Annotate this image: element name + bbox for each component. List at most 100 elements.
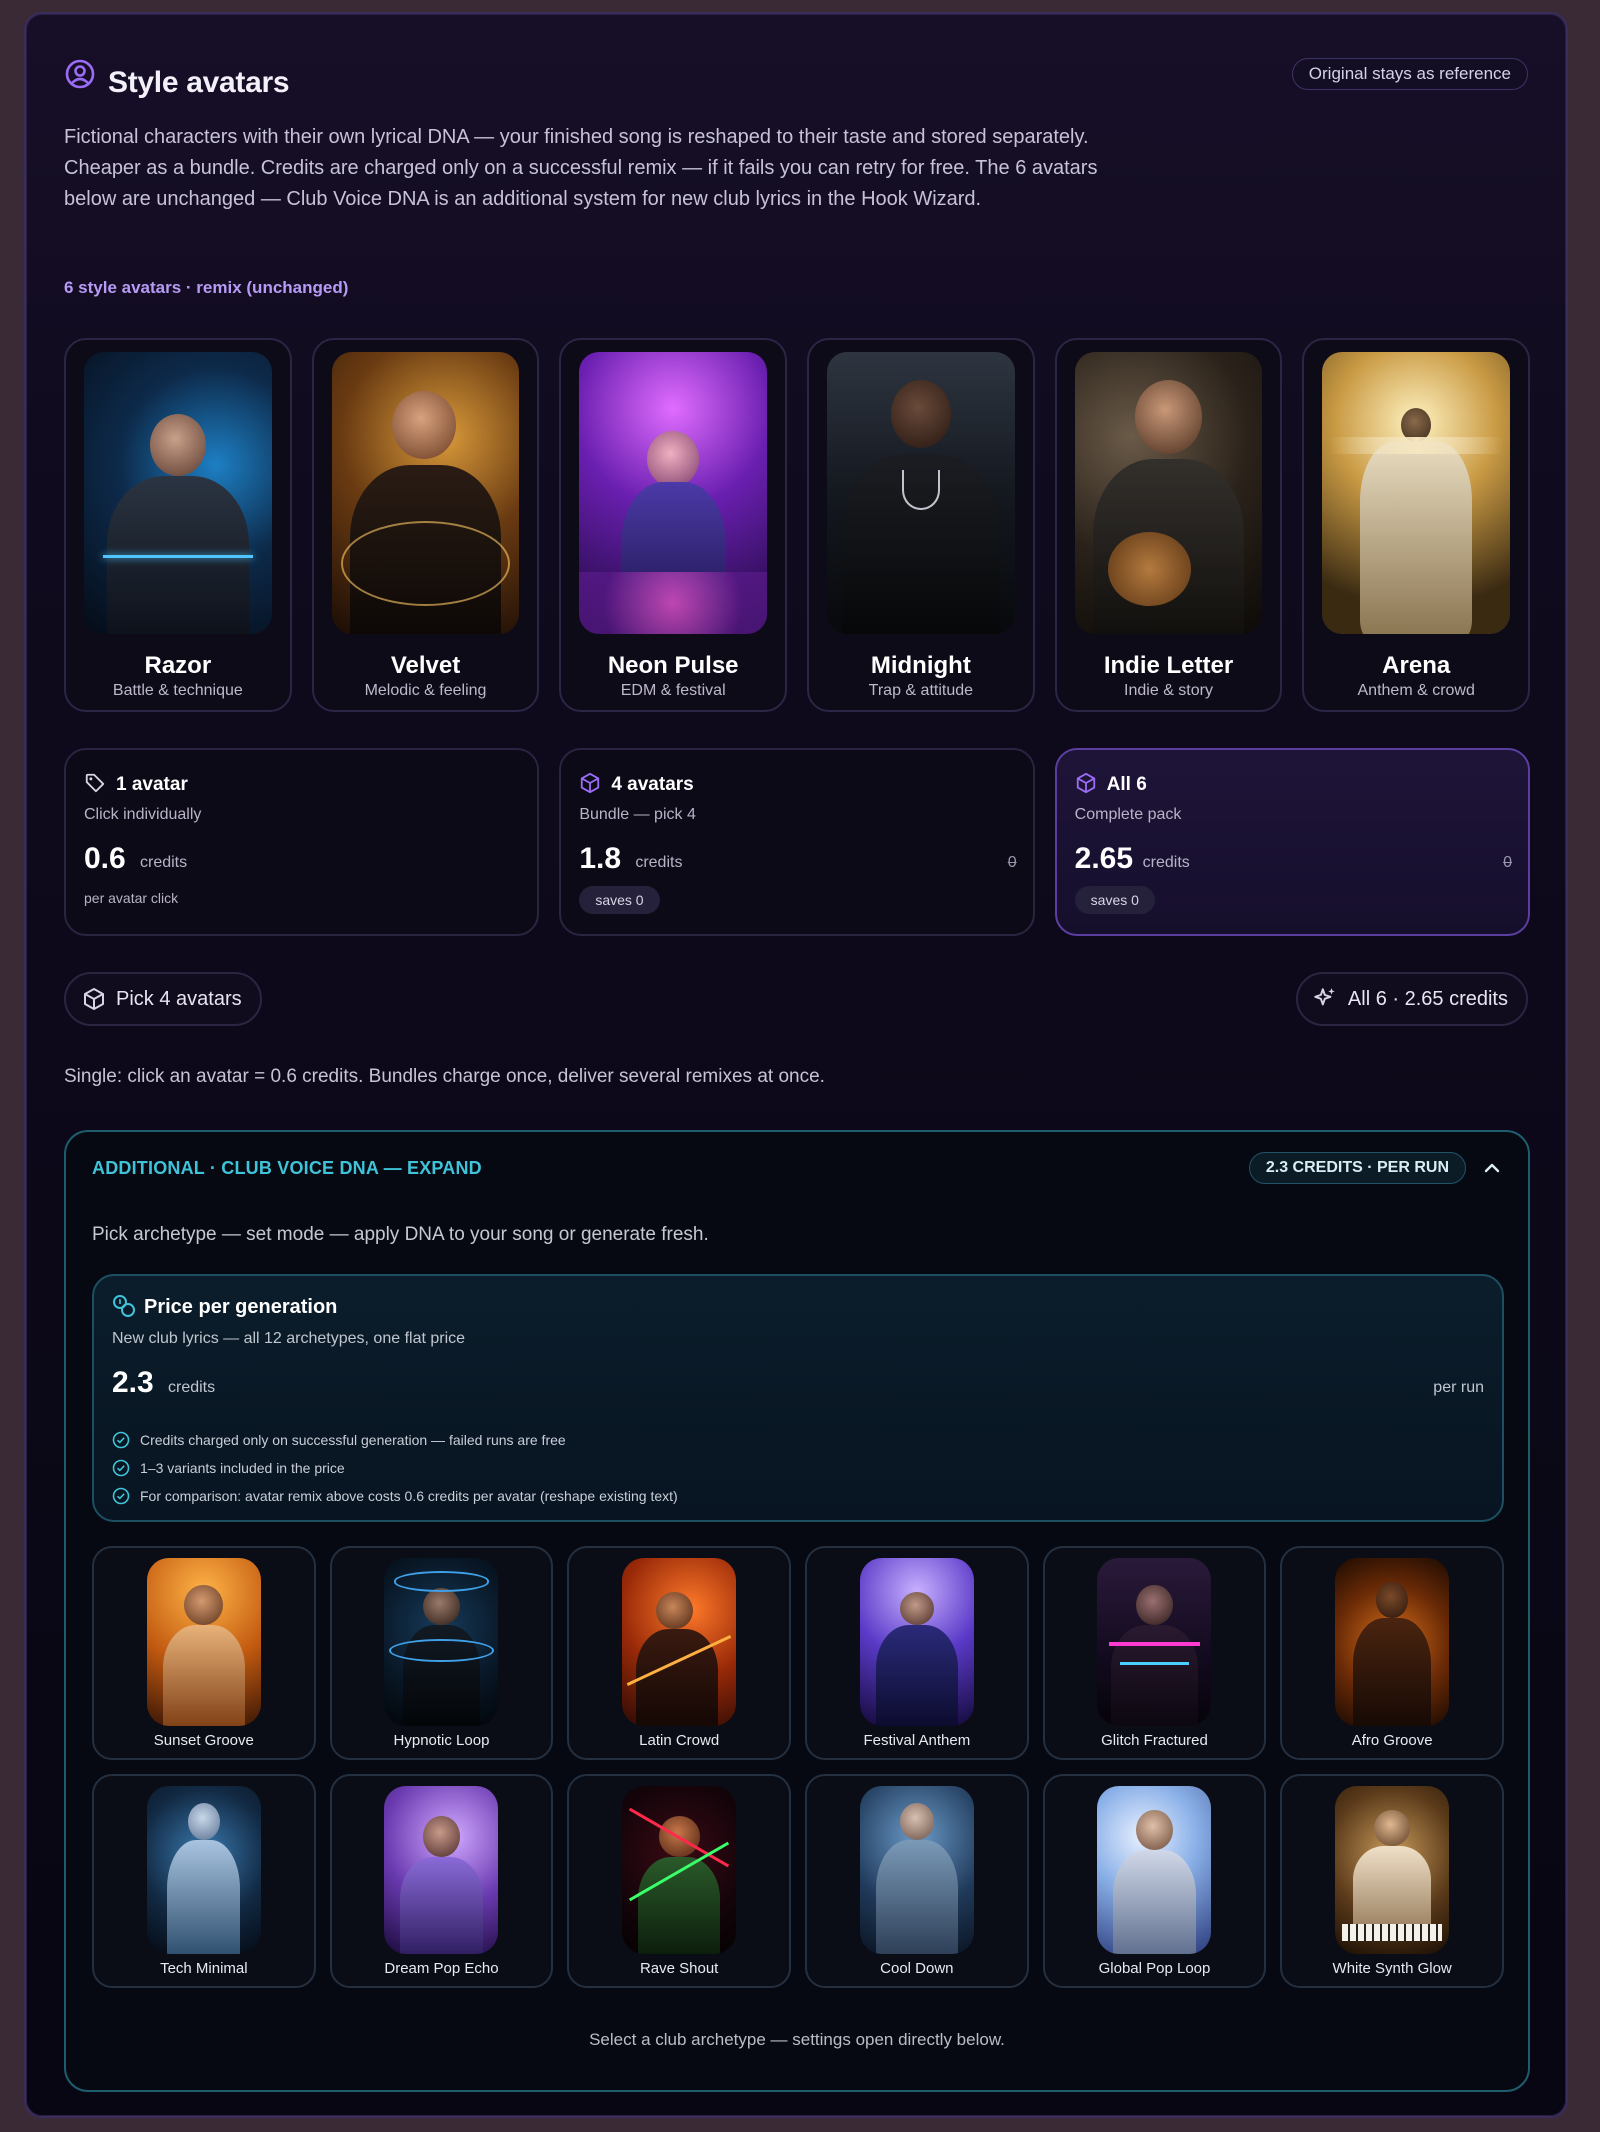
archetype-name: Hypnotic Loop <box>393 1732 490 1749</box>
price-per-generation-card: Price per generation New club lyrics — a… <box>92 1274 1504 1522</box>
pricing-options: 1 avatar Click individually 0.6 credits … <box>64 748 1530 936</box>
avatar-style: EDM & festival <box>620 682 726 699</box>
avatar-card-indie-letter[interactable]: Indie Letter Indie & story <box>1054 338 1283 712</box>
club-section-toggle[interactable]: ADDITIONAL · CLUB VOICE DNA — EXPAND <box>92 1158 482 1179</box>
price-title: Price per generation <box>144 1296 338 1318</box>
reference-badge: Original stays as reference <box>1291 58 1528 90</box>
avatar-name: Neon Pulse <box>607 652 739 679</box>
button-label: All 6 · 2.65 credits <box>1347 987 1508 1010</box>
avatar-style: Battle & technique <box>112 682 243 699</box>
archetype-card-latin-crowd[interactable]: Latin Crowd <box>567 1546 791 1760</box>
avatar-portrait <box>84 352 272 634</box>
archetype-card-dream-pop-echo[interactable]: Dream Pop Echo <box>329 1774 554 1988</box>
avatar-name: Velvet <box>390 652 461 679</box>
archetype-portrait <box>859 1786 974 1954</box>
archetype-portrait <box>1335 1558 1450 1726</box>
feature-text: For comparison: avatar remix above costs… <box>140 1488 678 1504</box>
pricing-value: 0.6 <box>84 842 126 875</box>
list-item: 1–3 variants included in the price <box>112 1454 678 1482</box>
package-icon <box>84 988 104 1010</box>
intro-text: Fictional characters with their own lyri… <box>64 126 1098 210</box>
tag-icon <box>85 773 105 793</box>
archetype-card-afro-groove[interactable]: Afro Groove <box>1280 1546 1504 1760</box>
sparkles-icon <box>1314 988 1335 1006</box>
pricing-title: All 6 <box>1106 774 1147 795</box>
pricing-value: 2.65 <box>1074 842 1134 875</box>
pricing-unit: credits <box>635 854 683 871</box>
price-value: 2.3 <box>112 1366 154 1399</box>
savings-badge: saves 0 <box>1074 886 1155 914</box>
style-avatars-panel: Style avatars Original stays as referenc… <box>24 12 1568 2118</box>
archetype-name: Tech Minimal <box>160 1960 248 1977</box>
archetype-portrait <box>146 1786 261 1954</box>
avatar-card-neon-pulse[interactable]: Neon Pulse EDM & festival <box>559 338 788 712</box>
pricing-unit: credits <box>140 854 188 871</box>
pick-4-avatars-button[interactable]: Pick 4 avatars <box>64 972 262 1026</box>
check-circle-icon <box>112 1487 130 1505</box>
section-label: 6 style avatars · remix (unchanged) <box>64 278 349 297</box>
club-description: Pick archetype — set mode — apply DNA to… <box>92 1224 709 1245</box>
archetype-portrait <box>146 1558 261 1726</box>
pricing-bundle-4[interactable]: 4 avatars Bundle — pick 4 1.8 credits 0 … <box>559 748 1035 936</box>
avatar-style: Indie & story <box>1124 682 1213 699</box>
avatar-portrait <box>827 352 1015 634</box>
price-period: per run <box>1433 1379 1484 1396</box>
archetype-portrait <box>1097 1558 1212 1726</box>
avatar-card-razor[interactable]: Razor Battle & technique <box>64 338 292 712</box>
pricing-all-6[interactable]: All 6 Complete pack 2.65 credits 0 saves… <box>1054 748 1530 936</box>
check-circle-icon <box>112 1431 130 1449</box>
avatar-name: Midnight <box>870 652 971 679</box>
archetype-portrait <box>384 1558 499 1726</box>
check-circle-icon <box>112 1459 130 1477</box>
archetype-portrait <box>622 1786 737 1954</box>
club-footer-hint: Select a club archetype — settings open … <box>589 2030 1005 2049</box>
savings-badge: saves 0 <box>579 886 660 914</box>
archetype-card-global-pop-loop[interactable]: Global Pop Loop <box>1042 1774 1267 1988</box>
archetype-name: Global Pop Loop <box>1098 1960 1211 1977</box>
archetype-name: Rave Shout <box>639 1960 719 1977</box>
pricing-footer: per avatar click <box>84 890 179 906</box>
package-icon <box>1076 772 1095 794</box>
button-label: Pick 4 avatars <box>116 987 242 1010</box>
avatar-card-midnight[interactable]: Midnight Trap & attitude <box>807 338 1035 712</box>
archetype-card-rave-shout[interactable]: Rave Shout <box>567 1774 791 1988</box>
pricing-original-price: 0 <box>1007 854 1017 871</box>
archetype-card-glitch-fractured[interactable]: Glitch Fractured <box>1042 1546 1267 1760</box>
archetype-name: Sunset Groove <box>153 1732 254 1749</box>
all-6-button[interactable]: All 6 · 2.65 credits <box>1295 972 1528 1026</box>
avatar-portrait <box>579 352 768 634</box>
avatar-name: Arena <box>1382 652 1451 679</box>
archetype-name: White Synth Glow <box>1332 1960 1452 1977</box>
archetype-card-festival-anthem[interactable]: Festival Anthem <box>805 1546 1029 1760</box>
chevron-up-icon[interactable] <box>1480 1156 1504 1180</box>
archetype-name: Glitch Fractured <box>1101 1732 1208 1749</box>
avatar-style: Anthem & crowd <box>1357 682 1475 699</box>
archetype-grid: Sunset Groove Hypnotic Loop Latin Crowd … <box>92 1546 1504 1988</box>
avatar-card-velvet[interactable]: Velvet Melodic & feeling <box>311 338 540 712</box>
page-title: Style avatars <box>108 66 290 99</box>
avatar-card-arena[interactable]: Arena Anthem & crowd <box>1302 338 1531 712</box>
package-icon <box>581 772 600 794</box>
price-subtitle: New club lyrics — all 12 archetypes, one… <box>112 1330 466 1347</box>
archetype-card-cool-down[interactable]: Cool Down <box>805 1774 1029 1988</box>
archetype-name: Dream Pop Echo <box>384 1960 499 1977</box>
feature-text: 1–3 variants included in the price <box>140 1460 345 1476</box>
archetype-card-sunset-groove[interactable]: Sunset Groove <box>92 1546 316 1760</box>
archetype-card-hypnotic-loop[interactable]: Hypnotic Loop <box>329 1546 554 1760</box>
avatar-portrait <box>331 352 520 634</box>
coins-icon <box>113 1295 135 1317</box>
archetype-name: Latin Crowd <box>639 1732 720 1749</box>
pricing-title: 4 avatars <box>611 774 694 795</box>
feature-text: Credits charged only on successful gener… <box>140 1432 566 1448</box>
avatar-name: Indie Letter <box>1103 652 1234 679</box>
avatar-portrait <box>1322 352 1511 634</box>
user-circle-icon <box>65 59 95 89</box>
archetype-card-white-synth-glow[interactable]: White Synth Glow <box>1280 1774 1504 1988</box>
pricing-unit: credits <box>1142 854 1190 871</box>
single-note: Single: click an avatar = 0.6 credits. B… <box>64 1066 825 1087</box>
archetype-card-tech-minimal[interactable]: Tech Minimal <box>92 1774 316 1988</box>
avatar-style: Melodic & feeling <box>364 682 487 699</box>
list-item: For comparison: avatar remix above costs… <box>112 1482 678 1510</box>
archetype-portrait <box>859 1558 974 1726</box>
pricing-single[interactable]: 1 avatar Click individually 0.6 credits … <box>64 748 540 936</box>
